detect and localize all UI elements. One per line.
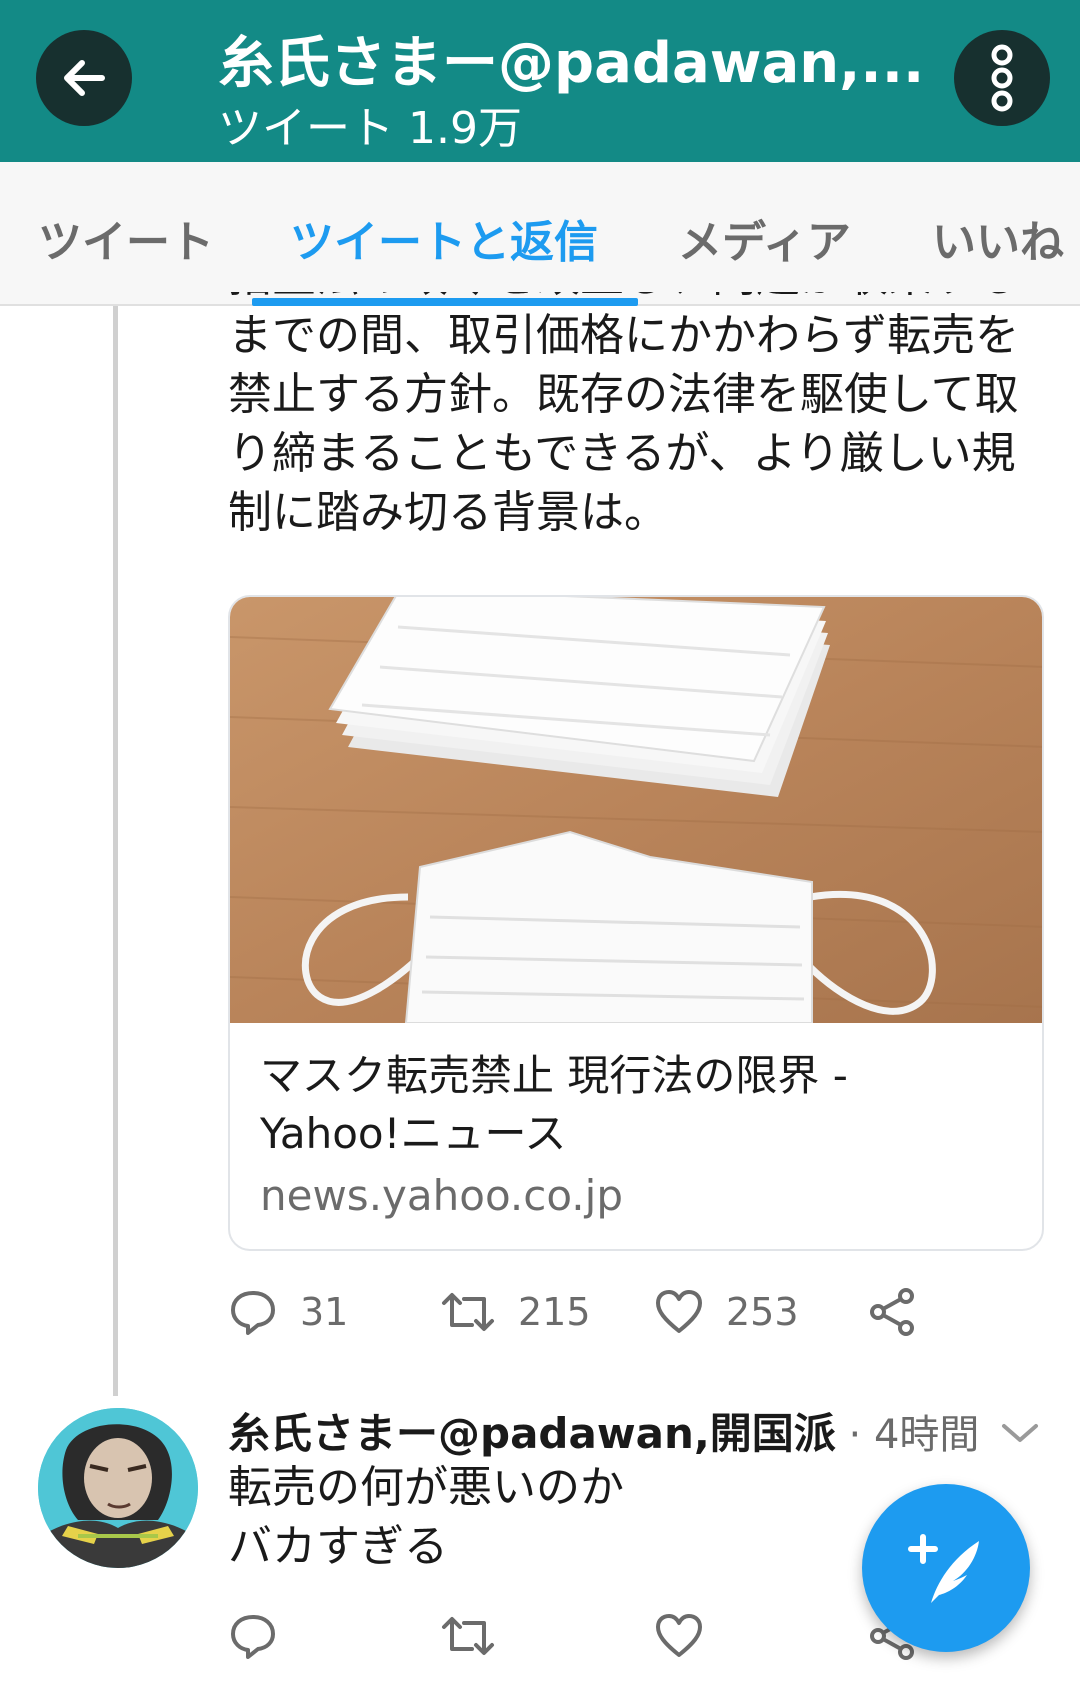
tweet-text-line: り締まることもできるが、より厳しい規 <box>228 428 1016 479</box>
reply-text-line: バカすぎる <box>228 1521 448 1572</box>
portrait-avatar-icon <box>38 1408 198 1568</box>
retweet-button[interactable]: 215 <box>440 1282 591 1342</box>
more-vertical-icon <box>991 44 1013 112</box>
heart-icon <box>656 1614 702 1657</box>
reply-body: 転売の何が悪いのか バカすぎる <box>228 1458 624 1576</box>
avatar[interactable] <box>38 1408 198 1568</box>
app-header: 糸氏さまー@padawan,... ツイート 1.9万 <box>0 0 1080 162</box>
compose-tweet-button[interactable] <box>862 1484 1030 1652</box>
retweet-button[interactable] <box>440 1606 496 1666</box>
like-count: 253 <box>726 1290 799 1334</box>
tab-likes[interactable]: いいね <box>932 206 1064 270</box>
tweet-body: 指置法の政令を改正し、問題が収束する までの間、取引価格にかかわらず転売を 禁止… <box>228 292 1058 542</box>
heart-icon <box>656 1290 702 1333</box>
profile-tabs: ツイート ツイートと返信 メディア いいね <box>0 162 1080 306</box>
reply-actions <box>228 1606 988 1666</box>
tweet-count: ツイート 1.9万 <box>218 103 522 154</box>
face-mask-photo-icon <box>230 597 1042 1023</box>
reply-timestamp: · 4時間 <box>835 1412 980 1458</box>
reply-icon <box>231 1615 275 1659</box>
tab-tweets-and-replies[interactable]: ツイートと返信 <box>290 206 598 270</box>
more-options-button[interactable] <box>954 30 1050 126</box>
retweet-count: 215 <box>518 1290 591 1334</box>
back-button[interactable] <box>36 30 132 126</box>
like-button[interactable]: 253 <box>654 1282 799 1342</box>
tweet-menu-button[interactable] <box>1000 1418 1040 1452</box>
card-title-line: マスク転売禁止 現行法の限界 - <box>260 1051 848 1100</box>
card-domain: news.yahoo.co.jp <box>260 1171 623 1220</box>
tab-tweets[interactable]: ツイート <box>38 206 214 270</box>
tweet-text-line: 制に踏み切る背景は。 <box>228 487 668 538</box>
tweet-actions: 31 215 253 <box>228 1282 988 1342</box>
chevron-down-icon <box>1002 1424 1038 1442</box>
share-button[interactable] <box>868 1282 918 1342</box>
arrow-left-icon <box>64 60 105 96</box>
reply-header: 糸氏さまー@padawan,開国派 · 4時間 <box>228 1400 979 1461</box>
card-title: マスク転売禁止 現行法の限界 - Yahoo!ニュース <box>260 1047 1020 1163</box>
reply-author-name[interactable]: 糸氏さまー@padawan,開国派 <box>228 1409 836 1458</box>
like-button[interactable] <box>654 1606 704 1666</box>
reply-button[interactable] <box>228 1606 278 1666</box>
card-image <box>230 597 1042 1023</box>
reply-count: 31 <box>300 1290 349 1334</box>
retweet-icon <box>442 1617 494 1655</box>
tab-media[interactable]: メディア <box>678 206 851 270</box>
compose-feather-icon <box>908 1534 979 1603</box>
reply-icon <box>231 1291 275 1335</box>
share-icon <box>870 1288 914 1336</box>
profile-name-title: 糸氏さまー@padawan,... <box>218 31 925 96</box>
tweet-text-line: 禁止する方針。既存の法律を駆使して取 <box>228 369 1019 420</box>
retweet-icon <box>442 1293 494 1331</box>
link-preview-card[interactable]: マスク転売禁止 現行法の限界 - Yahoo!ニュース news.yahoo.c… <box>228 595 1044 1251</box>
tweet-text-line: までの間、取引価格にかかわらず転売を <box>228 310 1020 361</box>
reply-button[interactable]: 31 <box>228 1282 348 1342</box>
thread-connector-line <box>113 306 118 1396</box>
card-title-line: Yahoo!ニュース <box>260 1109 567 1158</box>
reply-text-line: 転売の何が悪いのか <box>228 1462 624 1513</box>
tweet-text-line: 指置法の政令を改正し、問題が収束する <box>228 292 1058 306</box>
